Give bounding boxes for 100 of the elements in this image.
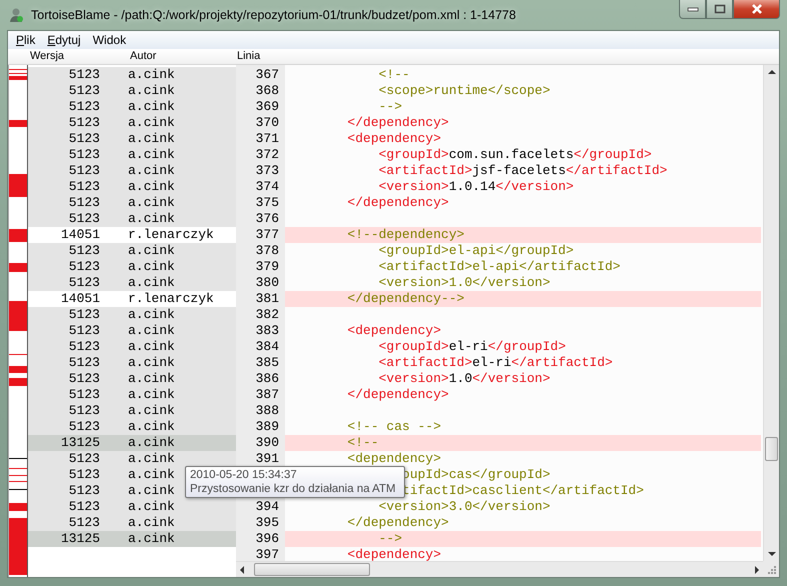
code-line: <scope>runtime</scope>: [378, 83, 550, 99]
author-name: a.cink: [128, 355, 175, 371]
revision-number: 5123: [68, 499, 100, 515]
line-number: 368: [256, 83, 279, 98]
scroll-left-icon[interactable]: [240, 566, 244, 574]
scroll-right-icon[interactable]: [755, 566, 759, 574]
revision-number: 5123: [68, 355, 100, 371]
line-number: 382: [256, 307, 279, 322]
app-icon: [9, 7, 25, 23]
code-line: </dependency-->: [347, 291, 464, 307]
revision-number: 5123: [68, 419, 100, 435]
code-line: <artifactId>el-ri</artifactId>: [378, 355, 613, 371]
author-name: a.cink: [128, 179, 175, 195]
line-number: 379: [256, 259, 279, 274]
code-line: <!--: [378, 67, 410, 83]
revision-number: 5123: [68, 147, 100, 163]
column-header[interactable]: Linia: [237, 50, 260, 62]
code-line: <groupId>el-ri</groupId>: [378, 339, 566, 355]
revision-number: 13125: [60, 435, 100, 451]
code-line: <!--dependency>: [347, 227, 464, 243]
revision-number: 13125: [60, 531, 100, 547]
line-number: 384: [256, 339, 279, 354]
revision-number: 5123: [68, 483, 100, 499]
line-number: 375: [256, 195, 279, 210]
close-button[interactable]: [733, 0, 780, 19]
author-name: a.cink: [128, 515, 175, 531]
revision-number: 14051: [60, 227, 100, 243]
author-name: a.cink: [128, 147, 175, 163]
code-line: <artifactId>el-api</artifactId>: [378, 259, 620, 275]
line-number: 390: [256, 435, 279, 450]
code-line: <!--: [347, 435, 379, 451]
scroll-thumb[interactable]: [765, 437, 778, 461]
code-line: <groupId>com.sun.facelets</groupId>: [378, 147, 652, 163]
code-line: oupId>cas</groupId>: [402, 467, 550, 483]
line-number: 396: [256, 531, 279, 546]
author-name: a.cink: [128, 435, 175, 451]
code-line: <dependency>: [347, 131, 442, 147]
scroll-up-icon[interactable]: [768, 70, 776, 74]
author-name: a.cink: [128, 243, 175, 259]
revision-number: 5123: [68, 371, 100, 387]
revision-number: 5123: [68, 163, 100, 179]
author-name: a.cink: [128, 83, 175, 99]
line-number: 373: [256, 163, 279, 178]
line-number: 376: [256, 211, 279, 226]
author-name: a.cink: [128, 131, 175, 147]
revision-number: 5123: [68, 451, 100, 467]
vertical-scrollbar[interactable]: [763, 65, 779, 561]
revision-number: 5123: [68, 307, 100, 323]
line-number: 385: [256, 355, 279, 370]
line-number: 372: [256, 147, 279, 162]
code-line: <dependency>: [347, 547, 442, 561]
code-line: </dependency>: [347, 115, 449, 131]
tooltip-message: Przystosowanie kzr do działania na ATM: [190, 482, 397, 496]
resize-grip-icon: [767, 565, 777, 575]
author-name: a.cink: [128, 387, 175, 403]
line-number: 395: [256, 515, 279, 530]
author-name: a.cink: [128, 67, 175, 83]
menu-item[interactable]: Plik: [10, 33, 42, 47]
code-line: -->: [378, 531, 402, 547]
scroll-down-icon[interactable]: [768, 552, 776, 556]
line-number: 389: [256, 419, 279, 434]
line-number: 370: [256, 115, 279, 130]
column-header[interactable]: Autor: [130, 50, 156, 62]
revision-number: 5123: [68, 387, 100, 403]
line-number: 369: [256, 99, 279, 114]
revision-number: 5123: [68, 115, 100, 131]
column-header[interactable]: Wersja: [30, 50, 64, 62]
line-number: 374: [256, 179, 279, 194]
minimize-button[interactable]: [679, 0, 706, 19]
author-name: a.cink: [128, 195, 175, 211]
line-number: 380: [256, 275, 279, 290]
author-name: a.cink: [128, 99, 175, 115]
author-name: a.cink: [128, 339, 175, 355]
code-line: tifactId>casclient</artifactId>: [402, 483, 644, 499]
line-number: 371: [256, 131, 279, 146]
author-name: a.cink: [128, 499, 175, 515]
maximize-icon: [714, 4, 726, 14]
revision-number: 5123: [68, 179, 100, 195]
author-name: a.cink: [128, 275, 175, 291]
maximize-button[interactable]: [706, 0, 733, 19]
menu-item[interactable]: Edytuj: [41, 33, 87, 47]
revision-number: 5123: [68, 131, 100, 147]
horizontal-scrollbar[interactable]: [236, 561, 763, 577]
revision-number: 5123: [68, 403, 100, 419]
menu-item[interactable]: Widok: [86, 33, 132, 47]
window-title: TortoiseBlame - /path:Q:/work/projekty/repozytorium-01/trunk/budzet/pom.xml : 1-14778: [31, 8, 516, 22]
revision-number: 5123: [68, 83, 100, 99]
author-name: a.cink: [128, 403, 175, 419]
revision-number: 5123: [68, 99, 100, 115]
revision-number: 5123: [68, 515, 100, 531]
scroll-thumb[interactable]: [254, 563, 370, 576]
author-name: a.cink: [128, 307, 175, 323]
code-line: <version>3.0</version>: [378, 499, 550, 515]
revision-number: 5123: [68, 339, 100, 355]
line-number: 377: [256, 227, 279, 242]
line-number: 397: [256, 547, 279, 561]
line-number: 387: [256, 387, 279, 402]
line-number: 391: [256, 451, 279, 466]
line-number: 378: [256, 243, 279, 258]
code-line: -->: [378, 99, 402, 115]
